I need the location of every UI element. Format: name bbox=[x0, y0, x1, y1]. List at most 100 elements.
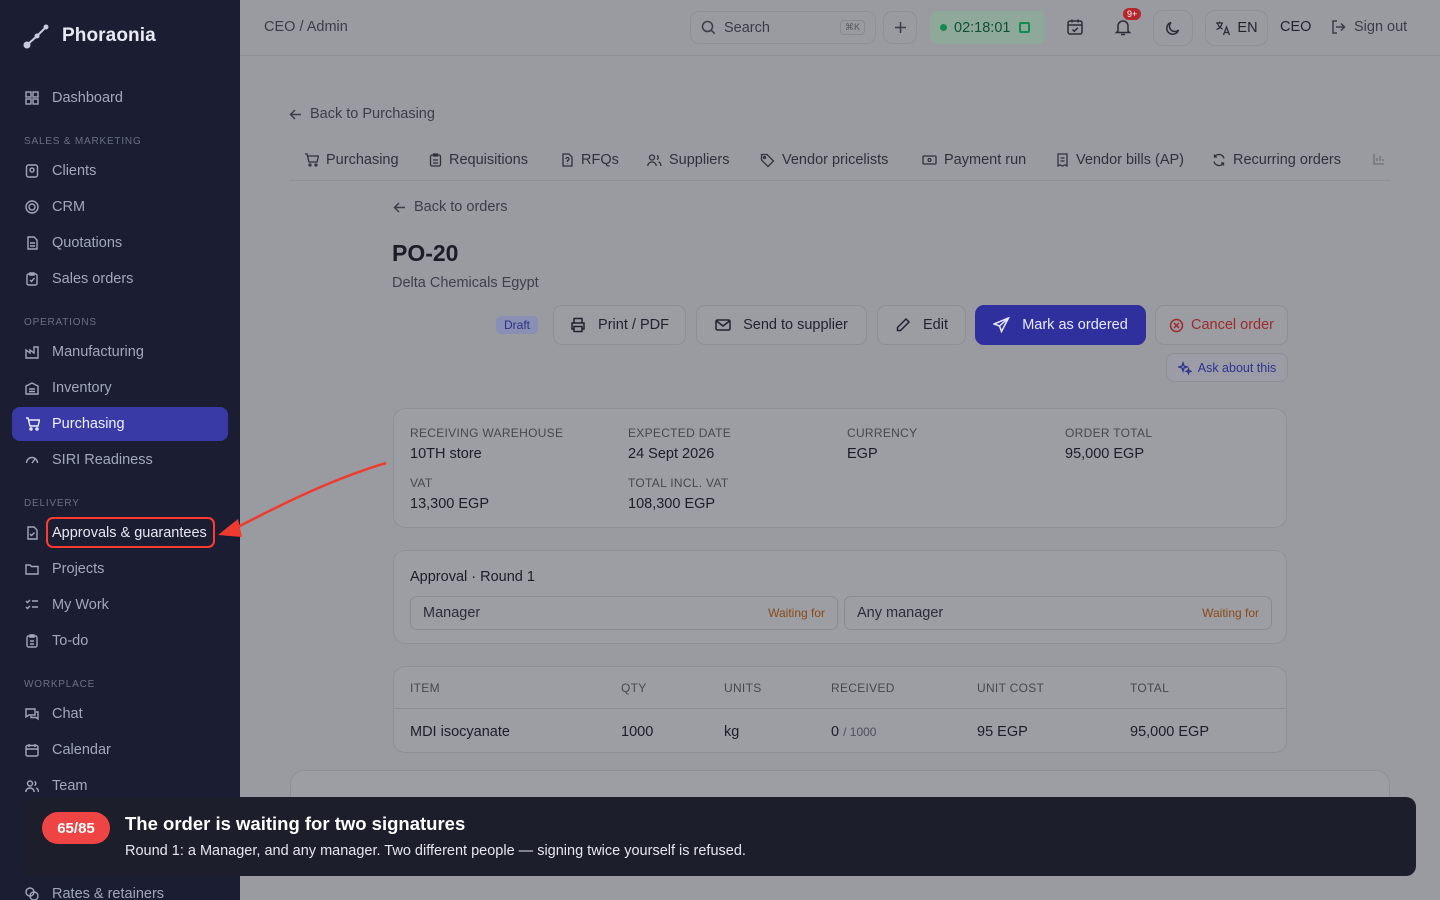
tab-vendor-bills[interactable]: Vendor bills (AP) bbox=[1056, 152, 1184, 168]
user-role[interactable]: CEO bbox=[1280, 19, 1311, 35]
tab-recurring-orders[interactable]: Recurring orders bbox=[1212, 152, 1341, 168]
cancel-order-button[interactable]: Cancel order bbox=[1155, 305, 1288, 345]
tab-purchasing[interactable]: Purchasing bbox=[304, 152, 399, 168]
theme-toggle[interactable] bbox=[1153, 10, 1193, 46]
sidebar-item-label: Dashboard bbox=[52, 90, 123, 106]
column-header: TOTAL bbox=[1130, 681, 1170, 695]
shortcut-hint: ⌘K bbox=[839, 20, 865, 35]
tab-label: Purchasing bbox=[326, 152, 399, 168]
x-circle-icon bbox=[1169, 318, 1184, 333]
warehouse-icon bbox=[24, 380, 40, 396]
column-header: UNITS bbox=[724, 681, 762, 695]
search-placeholder: Search bbox=[724, 19, 770, 36]
sidebar-item-label: To-do bbox=[52, 633, 89, 649]
add-button[interactable] bbox=[883, 11, 917, 44]
sidebar-item-rates[interactable]: Rates & retainers bbox=[12, 877, 228, 900]
tab-payment-run[interactable]: Payment run bbox=[922, 152, 1026, 168]
cart-icon bbox=[304, 153, 319, 167]
item-received: 0 / 1000 bbox=[831, 724, 876, 740]
order-summary-card: RECEIVING WAREHOUSE 10TH store EXPECTED … bbox=[393, 408, 1287, 528]
breadcrumb: CEO / Admin bbox=[264, 19, 348, 35]
sidebar-item-inventory[interactable]: Inventory bbox=[12, 371, 228, 405]
sidebar-item-chat[interactable]: Chat bbox=[12, 697, 228, 731]
receipt-icon bbox=[1056, 153, 1069, 167]
tab-label: Vendor pricelists bbox=[782, 152, 889, 168]
print-pdf-button[interactable]: Print / PDF bbox=[553, 305, 686, 345]
moon-icon bbox=[1165, 20, 1181, 36]
logo-icon bbox=[22, 22, 50, 50]
column-header: RECEIVED bbox=[831, 681, 895, 695]
tab-suppliers[interactable]: Suppliers bbox=[647, 152, 729, 168]
sidebar: Phoraonia Dashboard SALES & MARKETING Cl… bbox=[0, 0, 240, 900]
sidebar-item-todo[interactable]: To-do bbox=[12, 624, 228, 658]
tab-vendor-pricelists[interactable]: Vendor pricelists bbox=[760, 152, 888, 168]
tag-icon bbox=[760, 153, 775, 168]
edit-button[interactable]: Edit bbox=[877, 305, 966, 345]
sidebar-item-calendar[interactable]: Calendar bbox=[12, 733, 228, 767]
language-selector[interactable]: EN bbox=[1205, 10, 1268, 46]
refresh-icon bbox=[1212, 153, 1226, 167]
expected-date-value: 24 Sept 2026 bbox=[628, 446, 715, 462]
sidebar-item-label: Calendar bbox=[52, 742, 111, 758]
divider bbox=[394, 708, 1286, 709]
tab-label: Recurring orders bbox=[1233, 152, 1341, 168]
sidebar-item-label: Projects bbox=[52, 561, 105, 577]
button-label: Ask about this bbox=[1197, 360, 1277, 375]
section-workplace: WORKPLACE bbox=[24, 679, 96, 690]
file-question-icon bbox=[561, 153, 574, 167]
pencil-icon bbox=[895, 317, 911, 333]
signout-button[interactable]: Sign out bbox=[1331, 19, 1407, 35]
section-delivery: DELIVERY bbox=[24, 498, 80, 509]
calendar-check-icon[interactable] bbox=[1066, 18, 1084, 36]
tab-requisitions[interactable]: Requisitions bbox=[429, 152, 528, 168]
stop-icon[interactable] bbox=[1019, 22, 1031, 33]
sidebar-item-my-work[interactable]: My Work bbox=[12, 588, 228, 622]
sidebar-item-manufacturing[interactable]: Manufacturing bbox=[12, 335, 228, 369]
tab-rfqs[interactable]: RFQs bbox=[561, 152, 619, 168]
folder-icon bbox=[24, 561, 40, 577]
sidebar-item-dashboard[interactable]: Dashboard bbox=[12, 81, 228, 115]
tab-label: RFQs bbox=[581, 152, 619, 168]
approval-status: Waiting for bbox=[1202, 606, 1259, 620]
sidebar-item-quotations[interactable]: Quotations bbox=[12, 226, 228, 260]
sidebar-item-projects[interactable]: Projects bbox=[12, 552, 228, 586]
back-label: Back to Purchasing bbox=[310, 106, 435, 122]
section-operations: OPERATIONS bbox=[24, 317, 97, 328]
send-to-supplier-button[interactable]: Send to supplier bbox=[696, 305, 867, 345]
back-to-orders-link[interactable]: Back to orders bbox=[393, 199, 508, 215]
language-label: EN bbox=[1237, 20, 1258, 36]
sidebar-item-sales-orders[interactable]: Sales orders bbox=[12, 262, 228, 296]
sidebar-item-crm[interactable]: CRM bbox=[12, 190, 228, 224]
ask-about-this-button[interactable]: Ask about this bbox=[1166, 353, 1288, 382]
brand[interactable]: Phoraonia bbox=[22, 22, 156, 50]
recording-dot-icon bbox=[940, 24, 947, 31]
item-unit-cost: 95 EGP bbox=[977, 724, 1028, 740]
item-units: kg bbox=[724, 724, 740, 740]
mail-icon bbox=[715, 318, 731, 332]
sidebar-item-siri-readiness[interactable]: SIRI Readiness bbox=[12, 443, 228, 477]
column-header: QTY bbox=[621, 681, 647, 695]
arrow-left-icon bbox=[289, 108, 302, 121]
chart-icon[interactable] bbox=[1372, 152, 1386, 166]
expected-date-label: EXPECTED DATE bbox=[628, 426, 732, 440]
received-total: / 1000 bbox=[843, 725, 877, 739]
sidebar-item-purchasing[interactable]: Purchasing bbox=[12, 407, 228, 441]
approval-slot: Any manager Waiting for bbox=[844, 596, 1272, 630]
notification-badge: 9+ bbox=[1123, 8, 1142, 20]
approval-slot: Manager Waiting for bbox=[410, 596, 838, 630]
vat-value: 13,300 EGP bbox=[410, 496, 489, 512]
total-incl-vat-value: 108,300 EGP bbox=[628, 496, 716, 512]
grid-icon bbox=[24, 90, 40, 106]
sidebar-item-label: Purchasing bbox=[52, 416, 125, 432]
back-to-purchasing-link[interactable]: Back to Purchasing bbox=[289, 106, 435, 122]
bell-icon[interactable] bbox=[1114, 18, 1132, 36]
purchasing-tabs: Purchasing Requisitions RFQs Suppliers V… bbox=[290, 141, 1390, 181]
calendar-icon bbox=[24, 742, 40, 758]
search-input[interactable]: Search ⌘K bbox=[690, 11, 876, 44]
tab-label: Vendor bills (AP) bbox=[1076, 152, 1184, 168]
annotation-highlight bbox=[46, 517, 215, 548]
mark-as-ordered-button[interactable]: Mark as ordered bbox=[975, 305, 1146, 345]
time-tracker[interactable]: 02:18:01 bbox=[930, 11, 1045, 44]
sparkles-icon bbox=[1177, 360, 1192, 375]
sidebar-item-clients[interactable]: Clients bbox=[12, 154, 228, 188]
